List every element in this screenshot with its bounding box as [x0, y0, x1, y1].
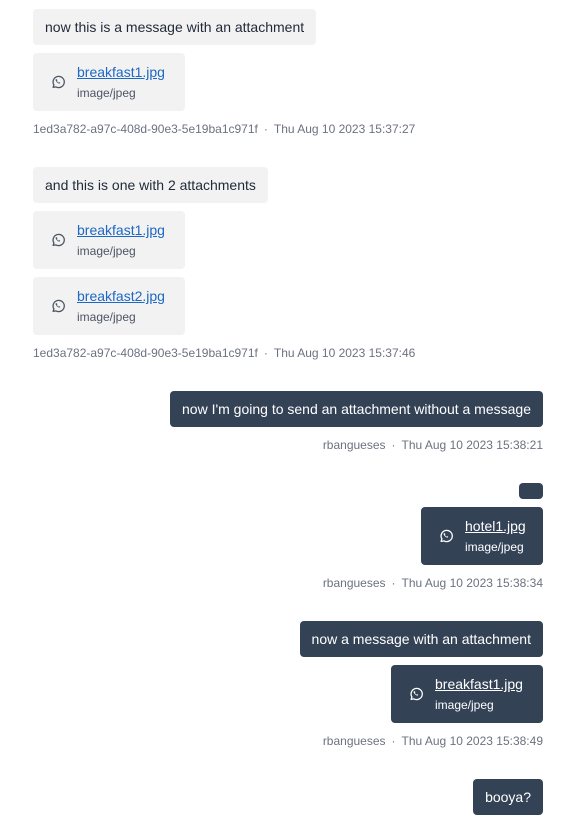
attachment-link[interactable]: breakfast2.jpg	[77, 287, 165, 305]
attachment-type: image/jpeg	[465, 540, 524, 554]
message-sender: 1ed3a782-a97c-408d-90e3-5e19ba1c971f	[33, 346, 258, 360]
empty-message-bubble	[519, 483, 543, 499]
message-bubble: booya?	[473, 779, 543, 815]
meta-separator: ·	[263, 122, 268, 136]
attachment-link[interactable]: breakfast1.jpg	[77, 63, 165, 81]
whatsapp-icon	[50, 298, 66, 314]
attachment-card[interactable]: breakfast2.jpg image/jpeg	[33, 277, 185, 335]
message-sender: rbangueses	[322, 438, 386, 452]
meta-separator: ·	[391, 438, 396, 452]
message-meta: rbangueses · Thu Aug 10 2023 15:38:49	[323, 733, 543, 749]
attachment-type: image/jpeg	[77, 310, 136, 324]
message-bubble: now a message with an attachment	[299, 621, 543, 657]
attachment-row: breakfast1.jpg image/jpeg	[391, 665, 543, 723]
message-timestamp: Thu Aug 10 2023 15:38:21	[401, 438, 543, 452]
attachment-link[interactable]: hotel1.jpg	[465, 517, 526, 535]
message-sender: 1ed3a782-a97c-408d-90e3-5e19ba1c971f	[33, 122, 258, 136]
message-row	[519, 483, 543, 499]
attachment-link[interactable]: breakfast1.jpg	[435, 675, 523, 693]
message-timestamp: Thu Aug 10 2023 15:37:46	[273, 346, 416, 360]
message-row: and this is one with 2 attachments	[33, 167, 268, 203]
attachment-card[interactable]: breakfast1.jpg image/jpeg	[33, 53, 185, 111]
message-timestamp: Thu Aug 10 2023 15:38:49	[401, 734, 543, 748]
message-bubble: now I'm going to send an attachment with…	[170, 391, 543, 427]
attachment-type: image/jpeg	[77, 244, 136, 258]
message-meta: rbangueses · Thu Aug 10 2023 15:38:21	[323, 437, 543, 453]
whatsapp-icon	[50, 232, 66, 248]
message-row: now I'm going to send an attachment with…	[170, 391, 543, 427]
message-bubble: now this is a message with an attachment	[33, 9, 317, 45]
message-row: booya?	[473, 779, 543, 815]
whatsapp-icon	[438, 528, 454, 544]
message-meta: rbangueses · Thu Aug 10 2023 15:38:34	[323, 575, 543, 591]
attachment-row: breakfast2.jpg image/jpeg	[33, 277, 185, 335]
message-row: now a message with an attachment	[299, 621, 543, 657]
attachment-card[interactable]: breakfast1.jpg image/jpeg	[33, 211, 185, 269]
attachment-link[interactable]: breakfast1.jpg	[77, 221, 165, 239]
message-timestamp: Thu Aug 10 2023 15:37:27	[273, 122, 416, 136]
message-bubble: and this is one with 2 attachments	[33, 167, 268, 203]
message-meta: 1ed3a782-a97c-408d-90e3-5e19ba1c971f · Thu…	[33, 121, 415, 137]
attachment-type: image/jpeg	[435, 698, 494, 712]
attachment-row: hotel1.jpg image/jpeg	[421, 507, 543, 565]
whatsapp-icon	[50, 74, 66, 90]
message-row: now this is a message with an attachment	[33, 9, 317, 45]
message-timestamp: Thu Aug 10 2023 15:38:34	[401, 576, 543, 590]
message-meta: 1ed3a782-a97c-408d-90e3-5e19ba1c971f · Thu…	[33, 345, 415, 361]
meta-separator: ·	[391, 576, 396, 590]
whatsapp-icon	[408, 686, 424, 702]
attachment-row: breakfast1.jpg image/jpeg	[33, 211, 185, 269]
meta-separator: ·	[391, 734, 396, 748]
attachment-card[interactable]: breakfast1.jpg image/jpeg	[391, 665, 543, 723]
attachment-type: image/jpeg	[77, 86, 136, 100]
attachment-card[interactable]: hotel1.jpg image/jpeg	[421, 507, 543, 565]
attachment-row: breakfast1.jpg image/jpeg	[33, 53, 185, 111]
message-sender: rbangueses	[322, 576, 386, 590]
meta-separator: ·	[263, 346, 268, 360]
message-sender: rbangueses	[322, 734, 386, 748]
